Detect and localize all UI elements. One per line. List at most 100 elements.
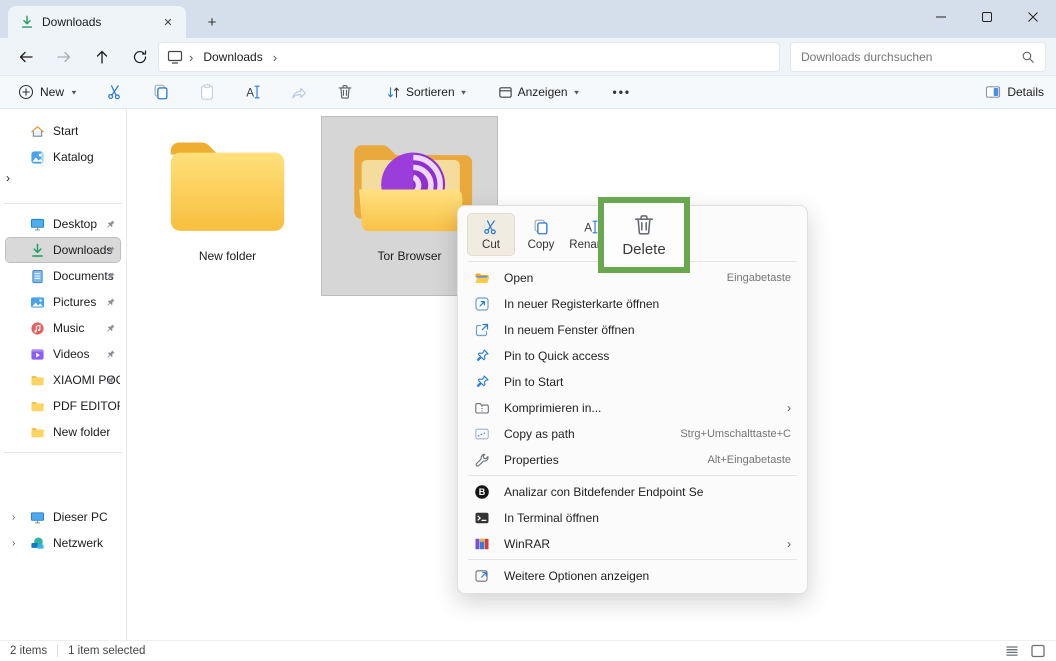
rename-button[interactable]: A xyxy=(234,79,272,105)
new-tab-icon xyxy=(474,296,490,312)
paste-icon xyxy=(198,83,216,101)
file-tile-new-folder[interactable]: New folder xyxy=(140,117,315,295)
bitdefender-icon: B xyxy=(474,484,490,500)
address-bar[interactable]: › Downloads › xyxy=(158,42,780,72)
paste-button[interactable] xyxy=(188,79,226,105)
copy-icon xyxy=(532,218,550,236)
breadcrumb-downloads[interactable]: Downloads xyxy=(199,48,266,66)
search-input[interactable] xyxy=(801,50,1021,64)
share-button[interactable] xyxy=(280,79,318,105)
window-controls xyxy=(918,0,1056,38)
details-pane-icon xyxy=(985,84,1001,100)
cut-icon xyxy=(482,218,500,236)
navigation-bar: › Downloads › xyxy=(0,38,1056,76)
menu-item-properties[interactable]: Properties Alt+Eingabetaste xyxy=(464,447,801,472)
menu-item-pin-to-quick-access[interactable]: Pin to Quick access xyxy=(464,343,801,368)
sidebar-item-pdf-editor[interactable]: PDF EDITOR xyxy=(6,394,120,418)
new-tab-button[interactable]: + xyxy=(200,10,224,34)
maximize-button[interactable] xyxy=(964,0,1010,34)
trash-icon[interactable] xyxy=(631,212,657,238)
sidebar-item-dieser-pc[interactable]: › Dieser PC xyxy=(6,505,120,529)
sort-button[interactable]: Sortieren ▼ xyxy=(378,81,476,104)
sidebar-item-desktop[interactable]: Desktop xyxy=(6,212,120,236)
menu-item-label: Copy as path xyxy=(504,426,575,441)
back-button[interactable] xyxy=(8,42,44,72)
selected-count: 1 item selected xyxy=(68,645,146,657)
sidebar-item-new-folder[interactable]: New folder xyxy=(6,420,120,444)
menu-item-komprimieren-in[interactable]: Komprimieren in... › xyxy=(464,395,801,420)
menu-item-in-neuer-registerkarte-öffnen[interactable]: In neuer Registerkarte öffnen xyxy=(464,291,801,316)
menu-item-in-terminal-öffnen[interactable]: In Terminal öffnen xyxy=(464,505,801,530)
details-pane-label: Details xyxy=(1007,85,1044,99)
delete-button[interactable] xyxy=(326,79,364,105)
sidebar-item-documents[interactable]: Documents xyxy=(6,264,120,288)
more-options-icon xyxy=(474,568,490,584)
menu-item-copy-as-path[interactable]: Copy as path Strg+Umschalttaste+C xyxy=(464,421,801,446)
forward-button[interactable] xyxy=(46,42,82,72)
pin-icon xyxy=(105,219,116,230)
delete-menu-command[interactable]: Delete xyxy=(622,241,665,258)
winrar-icon xyxy=(474,536,490,552)
sidebar-item-start[interactable]: Start xyxy=(6,119,120,143)
up-button[interactable] xyxy=(84,42,120,72)
menu-item-winrar[interactable]: WinRAR › xyxy=(464,531,801,556)
folder-icon xyxy=(30,373,45,388)
large-icons-view-toggle[interactable] xyxy=(1030,643,1046,659)
minimize-button[interactable] xyxy=(918,0,964,34)
breadcrumb-chevron-icon[interactable]: › xyxy=(273,50,277,65)
items-count: 2 items xyxy=(10,645,48,657)
file-list-area[interactable]: New folder Tor Browser Cut Copy A Rename Ope… xyxy=(128,109,1056,640)
sidebar-item-katalog[interactable]: Katalog xyxy=(6,145,120,169)
menu-item-label: In neuer Registerkarte öffnen xyxy=(504,296,660,311)
refresh-button[interactable] xyxy=(122,42,158,72)
sidebar-item-xiaomi-poco-f[interactable]: XIAOMI POCO F xyxy=(6,368,120,392)
close-button[interactable] xyxy=(1010,0,1056,34)
cut-menu-command[interactable]: Cut xyxy=(467,213,515,256)
folder-large-icon xyxy=(160,131,295,243)
menu-item-in-neuem-fenster-öffnen[interactable]: In neuem Fenster öffnen xyxy=(464,317,801,342)
sidebar-item-label: Start xyxy=(53,124,79,138)
command-toolbar: New ▼ A Sortieren ▼ Anzeigen ▼ ••• Detai… xyxy=(0,76,1056,109)
search-icon[interactable] xyxy=(1021,50,1035,64)
this-pc-icon[interactable] xyxy=(167,49,183,65)
sort-arrows-icon xyxy=(386,85,401,100)
search-box[interactable] xyxy=(790,42,1046,72)
document-icon xyxy=(30,269,45,284)
chevron-right-icon[interactable]: › xyxy=(12,512,15,523)
sidebar-item-music[interactable]: Music xyxy=(6,316,120,340)
details-pane-button[interactable]: Details xyxy=(985,84,1044,100)
sidebar-item-label: Downloads xyxy=(53,243,113,257)
list-view-toggle[interactable] xyxy=(1004,643,1020,659)
plus-circle-icon xyxy=(18,84,34,100)
copy-menu-command[interactable]: Copy xyxy=(518,214,564,255)
menu-item-analizar-con-bitdefender-endpoint-se[interactable]: B Analizar con Bitdefender Endpoint Se xyxy=(464,479,801,504)
view-button[interactable]: Anzeigen ▼ xyxy=(490,81,589,104)
menu-item-pin-to-start[interactable]: Pin to Start xyxy=(464,369,801,394)
music-icon xyxy=(30,321,45,336)
sidebar: Start Katalog › Desktop Downloads Documents Pi… xyxy=(0,109,127,640)
tab-downloads[interactable]: Downloads ✕ xyxy=(8,6,186,38)
chevron-right-icon[interactable]: › xyxy=(12,538,15,549)
sidebar-item-downloads[interactable]: Downloads xyxy=(5,237,121,263)
sidebar-item-netzwerk[interactable]: › Netzwerk xyxy=(6,531,120,555)
chevron-right-icon[interactable]: › xyxy=(6,171,10,185)
tab-close-icon[interactable]: ✕ xyxy=(158,12,178,32)
pin-icon xyxy=(105,323,116,334)
new-button[interactable]: New ▼ xyxy=(8,80,88,104)
menu-item-label: Komprimieren in... xyxy=(504,400,602,415)
sidebar-item-videos[interactable]: Videos xyxy=(6,342,120,366)
copy-button[interactable] xyxy=(142,79,180,105)
cut-button[interactable] xyxy=(96,79,134,105)
new-button-label: New xyxy=(40,85,65,99)
copy-icon xyxy=(152,83,170,101)
menu-item-weitere-optionen-anzeigen[interactable]: Weitere Optionen anzeigen xyxy=(464,563,801,588)
sidebar-item-pictures[interactable]: Pictures xyxy=(6,290,120,314)
more-commands-button[interactable]: ••• xyxy=(605,85,640,99)
pictures-icon xyxy=(30,295,45,310)
chevron-down-icon: ▼ xyxy=(70,88,78,96)
network-icon xyxy=(30,536,45,551)
submenu-chevron-icon: › xyxy=(787,400,791,415)
tree-expander[interactable]: › xyxy=(6,171,120,195)
separator xyxy=(468,559,797,560)
sidebar-item-label: Desktop xyxy=(53,217,98,231)
